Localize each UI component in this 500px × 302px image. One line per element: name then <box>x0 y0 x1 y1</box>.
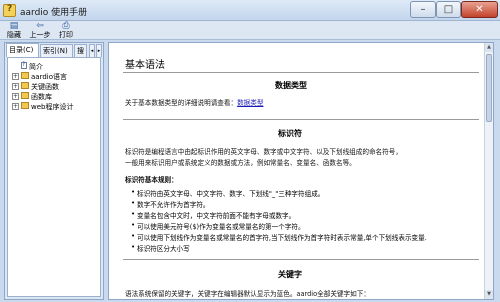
list-item: 可以使用下划线作为变量名或常量名的首字符,当下划线作为首字符时表示常量,单个下划… <box>131 232 427 242</box>
section-heading-identifier: 标识符 <box>278 129 302 138</box>
list-item: 可以使用美元符号($)作为变量名或常量名的第一个字符。 <box>131 221 305 231</box>
scroll-down-arrow-icon[interactable]: ▼ <box>485 290 493 299</box>
tab-index[interactable]: 索引(N) <box>40 44 73 57</box>
hide-pane-icon: ▤ <box>9 21 19 31</box>
tree-item-label: web程序设计 <box>31 103 74 111</box>
vertical-scrollbar[interactable]: ▲ ▼ <box>484 43 493 299</box>
page-title: 基本语法 <box>125 60 165 71</box>
tree-item-label: aardio语言 <box>31 73 68 81</box>
scroll-up-arrow-icon[interactable]: ▲ <box>485 43 493 52</box>
tree-item-label: 关键函数 <box>31 83 59 91</box>
hide-label: 隐藏 <box>7 31 21 39</box>
tab-scroll-left[interactable]: ◂ <box>89 44 95 57</box>
print-button[interactable]: ⎙ 打印 <box>55 21 77 40</box>
nav-tabs: 目录(C) 索引(N) 搜 ◂ ▸ <box>5 43 103 57</box>
help-page-icon <box>21 60 27 69</box>
datatypes-text: 关于基本数据类型的详细说明请查看：数据类型 <box>125 97 263 107</box>
tree-item-aardio-language[interactable]: + aardio语言 <box>12 72 67 81</box>
expand-icon[interactable]: + <box>12 83 19 90</box>
expand-icon[interactable]: + <box>12 73 19 80</box>
identifier-paragraph-2: 一般用来标识用户或系统定义的数据或方法，例如常量名、变量名、函数名等。 <box>125 159 356 167</box>
hide-button[interactable]: ▤ 隐藏 <box>3 21 25 40</box>
list-item: 标识符区分大小写 <box>131 243 190 253</box>
window-title: aardio 使用手册 <box>20 8 88 18</box>
book-icon <box>21 92 29 99</box>
expand-icon[interactable]: + <box>12 93 19 100</box>
identifier-paragraph-1: 标识符是编程语言中由起标识作用的英文字母、数字或中文字符、以及下划线组成的命名符… <box>125 148 402 156</box>
list-item: 标识符由英文字母、中文字符、数字、下划线"_"三种字符组成。 <box>131 188 324 198</box>
tab-contents[interactable]: 目录(C) <box>6 43 39 57</box>
tree-item-function-library[interactable]: + 函数库 <box>12 92 52 101</box>
tab-scroll-right[interactable]: ▸ <box>96 44 102 57</box>
section-heading-datatypes: 数据类型 <box>275 81 307 90</box>
keywords-text: 语法系统保留的关键字，关键字在编辑器默认显示为蓝色。aardio全部关键字如下： <box>125 290 370 298</box>
tab-search[interactable]: 搜 <box>74 44 87 57</box>
tree-item-key-functions[interactable]: + 关键函数 <box>12 82 59 91</box>
list-item: 变量名包含中文时，中文字符前面不能有字母或数字。 <box>131 210 295 220</box>
toolbar: ▤ 隐藏 ⇦ 上一步 ⎙ 打印 <box>0 21 500 40</box>
back-button[interactable]: ⇦ 上一步 <box>27 21 53 40</box>
datatypes-description: 关于基本数据类型的详细说明请查看： <box>125 99 238 107</box>
datatypes-link[interactable]: 数据类型 <box>237 99 263 107</box>
expand-icon[interactable]: + <box>12 103 19 110</box>
tree-item-label: 简介 <box>29 63 43 71</box>
book-icon <box>21 82 29 89</box>
printer-icon: ⎙ <box>62 21 70 31</box>
tree-item-intro[interactable]: 简介 <box>12 60 43 71</box>
content-pane: 基本语法 数据类型 关于基本数据类型的详细说明请查看：数据类型 标识符 标识符是… <box>108 42 494 300</box>
divider <box>123 119 479 120</box>
book-icon <box>21 102 29 109</box>
section-heading-keywords: 关键字 <box>278 270 302 279</box>
tree-item-label: 函数库 <box>31 93 52 101</box>
title-bar: aardio 使用手册 – □ ✕ <box>0 0 500 21</box>
minimize-button[interactable]: – <box>410 1 436 18</box>
help-book-icon <box>3 4 16 17</box>
scrollbar-thumb[interactable] <box>486 54 492 122</box>
print-label: 打印 <box>59 31 73 39</box>
book-icon <box>21 72 29 79</box>
back-label: 上一步 <box>29 31 51 39</box>
divider <box>123 72 479 73</box>
divider <box>123 259 479 260</box>
maximize-button[interactable]: □ <box>436 1 461 18</box>
back-arrow-icon: ⇦ <box>36 21 44 31</box>
tree-item-web-programming[interactable]: + web程序设计 <box>12 102 73 111</box>
close-button[interactable]: ✕ <box>461 1 498 18</box>
navigation-pane: 目录(C) 索引(N) 搜 ◂ ▸ 简介 + aardio语言 + 关键函数 + 函数… <box>4 42 104 300</box>
rules-heading: 标识符基本规则： <box>125 176 178 184</box>
list-item: 数字不允许作为首字符。 <box>131 199 209 209</box>
contents-tree: 简介 + aardio语言 + 关键函数 + 函数库 + web程序设计 <box>7 57 101 297</box>
